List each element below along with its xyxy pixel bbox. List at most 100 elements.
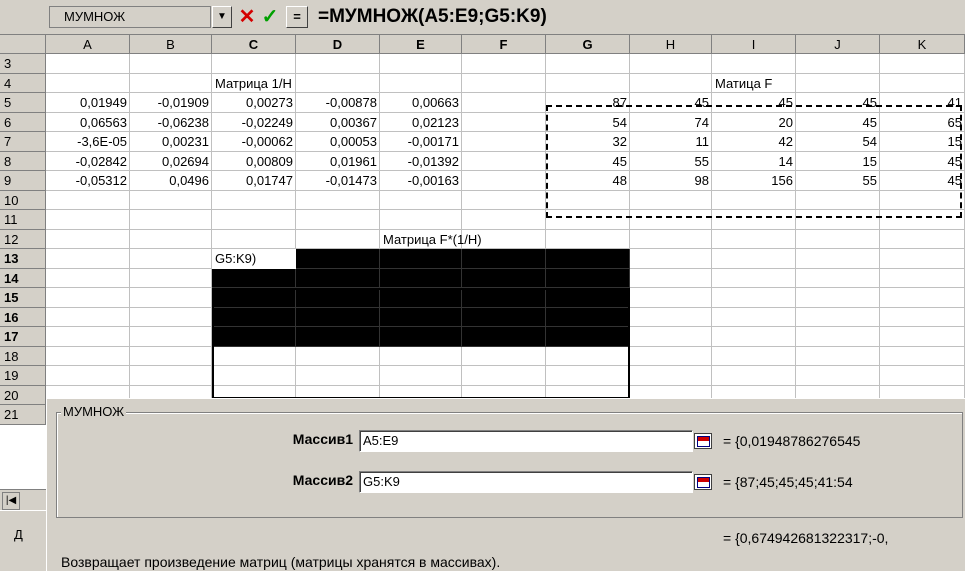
grid-cell[interactable] bbox=[212, 288, 296, 308]
matrix-f-cell[interactable]: 98 bbox=[630, 171, 712, 191]
grid-cell[interactable] bbox=[380, 249, 462, 269]
grid-cell[interactable] bbox=[212, 210, 296, 230]
grid-cell[interactable] bbox=[712, 327, 796, 347]
row-header[interactable]: 20 bbox=[0, 386, 46, 405]
grid-cell[interactable] bbox=[46, 249, 130, 269]
row-header[interactable]: 6 bbox=[0, 113, 46, 132]
grid-cell[interactable] bbox=[630, 269, 712, 288]
array2-input[interactable]: G5:K9 bbox=[359, 471, 693, 493]
grid-cell[interactable] bbox=[462, 54, 546, 74]
grid-cell[interactable] bbox=[880, 327, 965, 347]
row-header[interactable]: 16 bbox=[0, 308, 46, 327]
grid-cell[interactable] bbox=[712, 54, 796, 74]
grid-cell[interactable] bbox=[296, 366, 380, 386]
grid-cell[interactable] bbox=[880, 191, 965, 210]
grid-cell[interactable] bbox=[630, 74, 712, 93]
matrix-a-cell[interactable]: -0,01392 bbox=[380, 152, 462, 171]
grid-cell[interactable] bbox=[46, 327, 130, 347]
grid-cell[interactable] bbox=[130, 327, 212, 347]
grid-cell[interactable] bbox=[880, 366, 965, 386]
grid-cell[interactable] bbox=[46, 54, 130, 74]
first-sheet-icon[interactable]: |◀ bbox=[2, 492, 20, 510]
grid-cell[interactable] bbox=[712, 347, 796, 366]
grid-cell[interactable] bbox=[296, 210, 380, 230]
array1-input[interactable]: A5:E9 bbox=[359, 430, 693, 452]
grid-cell[interactable] bbox=[296, 347, 380, 366]
grid-cell[interactable] bbox=[296, 191, 380, 210]
row-header[interactable]: 8 bbox=[0, 152, 46, 171]
grid-cell[interactable] bbox=[130, 230, 212, 249]
matrix-a-cell[interactable]: -0,00171 bbox=[380, 132, 462, 152]
matrix-f-cell[interactable]: 45 bbox=[712, 93, 796, 113]
matrix-a-cell[interactable]: -0,02842 bbox=[46, 152, 130, 171]
grid-cell[interactable] bbox=[212, 327, 296, 347]
grid-cell[interactable] bbox=[130, 288, 212, 308]
grid-cell[interactable] bbox=[380, 54, 462, 74]
enter-icon[interactable]: ✓ bbox=[259, 5, 281, 29]
array2-collapse-icon[interactable] bbox=[694, 474, 712, 490]
grid-cell[interactable] bbox=[880, 288, 965, 308]
grid-cell[interactable] bbox=[630, 249, 712, 269]
grid-cell[interactable] bbox=[462, 288, 546, 308]
grid-cell[interactable] bbox=[796, 74, 880, 93]
matrix-a-cell[interactable]: 0,00367 bbox=[296, 113, 380, 132]
matrix-a-cell[interactable]: -0,00878 bbox=[296, 93, 380, 113]
grid-cell[interactable] bbox=[296, 249, 380, 269]
matrix-a-cell[interactable]: 0,06563 bbox=[46, 113, 130, 132]
row-header[interactable]: 4 bbox=[0, 74, 46, 93]
matrix-a-cell[interactable]: 0,02694 bbox=[130, 152, 212, 171]
grid-cell[interactable] bbox=[380, 308, 462, 327]
grid-cell[interactable] bbox=[630, 327, 712, 347]
grid-cell[interactable] bbox=[712, 249, 796, 269]
matrix-a-cell[interactable]: 0,00231 bbox=[130, 132, 212, 152]
matrix-f-cell[interactable]: 15 bbox=[880, 132, 965, 152]
grid-cell[interactable] bbox=[796, 288, 880, 308]
grid-cell[interactable] bbox=[212, 54, 296, 74]
grid-cell[interactable] bbox=[630, 191, 712, 210]
column-header[interactable]: J bbox=[796, 35, 880, 54]
row-header[interactable]: 3 bbox=[0, 54, 46, 74]
grid-cell[interactable] bbox=[796, 249, 880, 269]
grid-cell[interactable] bbox=[546, 210, 630, 230]
grid-cell[interactable] bbox=[546, 74, 630, 93]
matrix-f-cell[interactable]: 20 bbox=[712, 113, 796, 132]
grid-cell[interactable] bbox=[462, 132, 546, 152]
grid-cell[interactable] bbox=[712, 210, 796, 230]
grid-cell[interactable] bbox=[546, 230, 630, 249]
row-header[interactable]: 18 bbox=[0, 347, 46, 366]
grid-cell[interactable] bbox=[462, 152, 546, 171]
matrix-a-cell[interactable]: -0,01909 bbox=[130, 93, 212, 113]
grid-cell[interactable] bbox=[712, 269, 796, 288]
grid-cell[interactable] bbox=[212, 191, 296, 210]
matrix-a-cell[interactable]: 0,00053 bbox=[296, 132, 380, 152]
matrix-f-cell[interactable]: 54 bbox=[796, 132, 880, 152]
column-header[interactable]: G bbox=[546, 35, 630, 54]
row-header[interactable]: 21 bbox=[0, 405, 46, 425]
grid-cell[interactable] bbox=[380, 74, 462, 93]
grid-cell[interactable] bbox=[462, 74, 546, 93]
grid-cell[interactable] bbox=[546, 191, 630, 210]
grid-cell[interactable] bbox=[796, 54, 880, 74]
matrix-a-cell[interactable]: 0,00809 bbox=[212, 152, 296, 171]
grid-cell[interactable] bbox=[380, 191, 462, 210]
column-header[interactable]: C bbox=[212, 35, 296, 54]
grid-cell[interactable] bbox=[130, 191, 212, 210]
grid-cell[interactable] bbox=[546, 269, 630, 288]
grid-cell[interactable] bbox=[462, 269, 546, 288]
matrix-a-cell[interactable]: -0,05312 bbox=[46, 171, 130, 191]
grid-cell[interactable] bbox=[880, 54, 965, 74]
row-header[interactable]: 13 bbox=[0, 249, 46, 269]
matrix-f-cell[interactable]: 55 bbox=[796, 171, 880, 191]
matrix-f-cell[interactable]: 54 bbox=[546, 113, 630, 132]
grid-cell[interactable] bbox=[380, 269, 462, 288]
cancel-icon[interactable]: ✕ bbox=[236, 5, 258, 29]
grid-cell[interactable] bbox=[130, 366, 212, 386]
matrix-product-label[interactable]: Матрица F*(1/H) bbox=[380, 230, 482, 249]
column-header[interactable]: D bbox=[296, 35, 380, 54]
grid-cell[interactable] bbox=[296, 327, 380, 347]
grid-cell[interactable] bbox=[130, 347, 212, 366]
grid-cell[interactable] bbox=[630, 288, 712, 308]
grid-cell[interactable] bbox=[712, 308, 796, 327]
matrix-f-cell[interactable]: 87 bbox=[546, 93, 630, 113]
grid-cell[interactable] bbox=[796, 230, 880, 249]
